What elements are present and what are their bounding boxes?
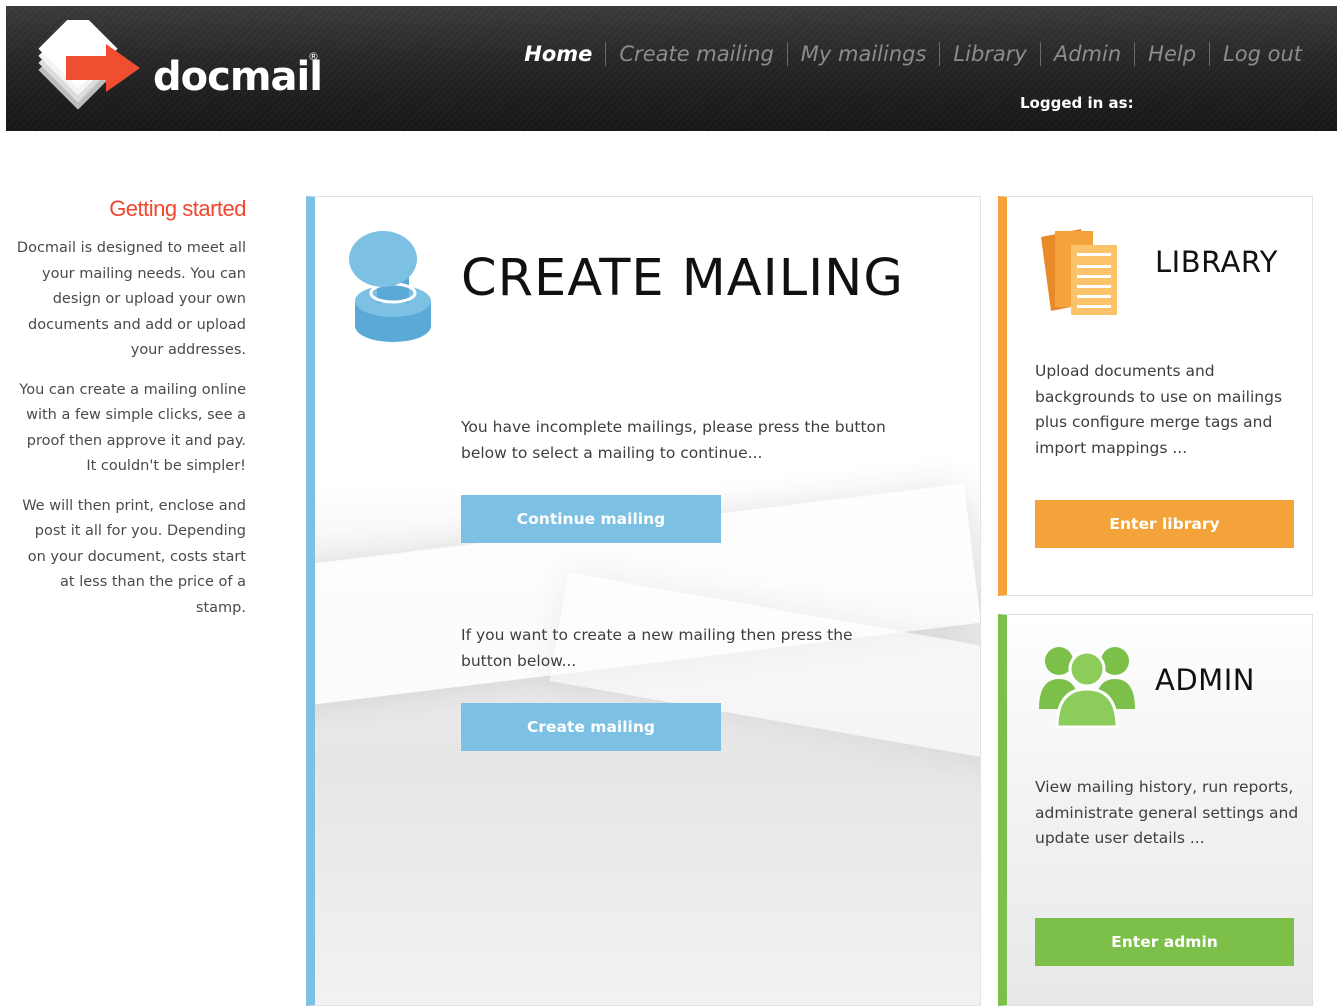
nav-log-out[interactable]: Log out (1210, 42, 1315, 66)
sidebar-paragraph: Docmail is designed to meet all your mai… (16, 240, 246, 358)
nav-home[interactable]: Home (511, 42, 605, 66)
library-description: Upload documents and backgrounds to use … (1035, 362, 1283, 457)
sidebar-paragraph: We will then print, enclose and post it … (22, 497, 246, 616)
library-card: LIBRARY Upload documents and backgrounds… (998, 196, 1313, 596)
library-title: LIBRARY (1155, 245, 1278, 279)
nav-admin[interactable]: Admin (1041, 42, 1134, 66)
docmail-arrow-logo-icon (38, 20, 140, 110)
nav-help[interactable]: Help (1135, 42, 1209, 66)
users-group-icon (1039, 647, 1135, 729)
create-mailing-button[interactable]: Create mailing (461, 703, 721, 751)
registered-mark: ® (308, 50, 319, 63)
getting-started-sidebar: Getting started Docmail is designed to m… (14, 196, 247, 635)
nav-library[interactable]: Library (940, 42, 1039, 66)
docmail-logo[interactable]: docmail ® (28, 20, 328, 120)
incomplete-mailings-text: You have incomplete mailings, please pre… (461, 418, 886, 462)
create-mailing-title: CREATE MAILING (461, 249, 904, 308)
nav-my-mailings[interactable]: My mailings (788, 42, 940, 66)
new-mailing-text: If you want to create a new mailing then… (461, 626, 853, 670)
create-mailing-panel: CREATE MAILING You have incomplete maili… (306, 196, 981, 1006)
logged-in-label: Logged in as: (1020, 94, 1134, 112)
enter-library-button[interactable]: Enter library (1035, 500, 1294, 548)
continue-mailing-button[interactable]: Continue mailing (461, 495, 721, 543)
documents-icon (1041, 229, 1117, 315)
brand-name: docmail (153, 54, 323, 100)
header-bar: docmail ® Home Create mailing My mailing… (6, 6, 1337, 131)
admin-title: ADMIN (1155, 663, 1255, 697)
sidebar-title: Getting started (109, 196, 246, 221)
main-nav: Home Create mailing My mailings Library … (511, 42, 1315, 66)
sidebar-paragraph: You can create a mailing online with a f… (19, 381, 246, 475)
admin-card: ADMIN View mailing history, run reports,… (998, 614, 1313, 1006)
stamp-icon (349, 231, 431, 342)
admin-description: View mailing history, run reports, admin… (1035, 778, 1299, 847)
enter-admin-button[interactable]: Enter admin (1035, 918, 1294, 966)
nav-create-mailing[interactable]: Create mailing (606, 42, 786, 66)
